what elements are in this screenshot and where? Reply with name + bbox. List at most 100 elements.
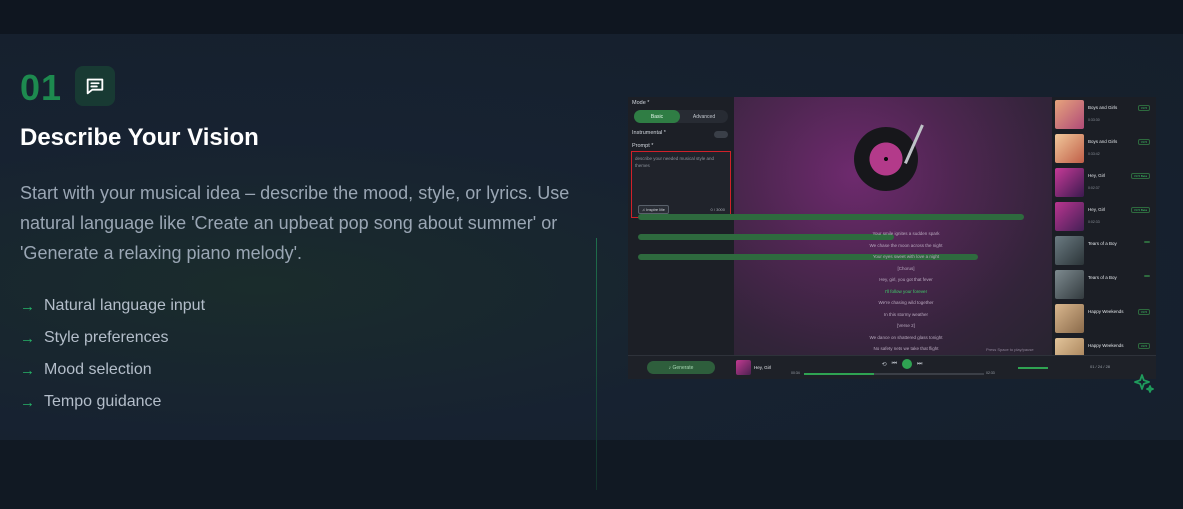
lyrics-hint: Press Space to play/pause <box>986 347 1034 352</box>
song-badge: V3.5 <box>1137 105 1150 111</box>
lyric-line: [Verse 2] <box>897 323 915 328</box>
inspire-me-button[interactable]: ♫ Inspire Me <box>638 205 669 214</box>
bottom-band <box>0 440 1183 509</box>
progress-slider[interactable] <box>804 373 984 375</box>
feature-item: → Mood selection <box>20 354 205 386</box>
song-badge: V3.5 <box>1137 139 1150 145</box>
song-title: Boys and Girls <box>1088 139 1118 144</box>
song-title: Hey, Girl <box>1088 173 1106 178</box>
step-number: 01 <box>20 67 63 108</box>
now-playing-thumbnail <box>736 360 751 375</box>
lyric-line: No safety nets we take that flight <box>873 346 939 351</box>
song-badge: V3.5 Beta <box>1130 207 1150 213</box>
song-title: Happy Weekends <box>1088 343 1124 348</box>
song-badge <box>1144 241 1150 243</box>
previous-icon[interactable]: ⏮ <box>892 361 897 368</box>
arrow-right-icon: → <box>20 329 35 347</box>
control-panel: Mode * Basic Advanced Instrumental * Pro… <box>628 97 734 355</box>
song-badge: V3.5 Beta <box>1130 173 1150 179</box>
feature-label: Style preferences <box>44 329 169 346</box>
song-badge: V3.5 <box>1137 343 1150 349</box>
lyrics-view: Your smile ignites a sudden spark We cha… <box>830 228 982 355</box>
arrow-right-icon: → <box>20 297 35 315</box>
sparkle-icon <box>1132 372 1156 401</box>
song-title: Hey, Girl <box>1088 207 1106 212</box>
progress-fill <box>804 373 874 375</box>
song-time: 0:33:30 <box>1088 118 1100 122</box>
song-item[interactable]: Boys and Girls 0:33:42 V3.5 <box>1055 133 1153 164</box>
pagination: 01 / 24 / 28 <box>1090 364 1111 369</box>
instrumental-switch[interactable] <box>714 131 728 138</box>
song-item[interactable]: Tears of a Boy <box>1055 235 1153 266</box>
song-title: Tears of a Boy <box>1088 275 1117 280</box>
chat-message-icon <box>75 66 115 106</box>
lyric-line: We chase the moon across the night <box>869 242 943 248</box>
mode-label: Mode * <box>632 100 650 106</box>
time-elapsed: 00:34 <box>791 370 800 375</box>
lyric-line: [Chorus] <box>897 265 915 271</box>
feature-label: Mood selection <box>44 361 152 378</box>
repeat-icon[interactable]: ⟲ <box>882 361 887 368</box>
prompt-textarea[interactable]: describe your needed musical style and t… <box>631 151 731 218</box>
mode-toggle: Basic Advanced <box>634 110 728 123</box>
step-title: Describe Your Vision <box>20 124 259 151</box>
instrumental-label: Instrumental * <box>632 130 666 136</box>
generate-button[interactable]: ♪ Generate <box>647 361 715 374</box>
play-pause-button[interactable] <box>902 359 913 369</box>
step-description: Start with your musical idea – describe … <box>20 183 570 263</box>
playback-controls: ⟲ ⏮ ⏭ <box>872 359 932 369</box>
feature-item: → Tempo guidance <box>20 386 205 418</box>
song-item[interactable]: Tears of a Boy <box>1055 269 1153 300</box>
prompt-label: Prompt * <box>632 143 654 149</box>
now-playing-title: Hey, Girl <box>754 365 772 370</box>
char-counter: 0 / 3000 <box>710 207 725 212</box>
inspire-me-label: Inspire Me <box>646 207 665 212</box>
song-thumbnail <box>1055 100 1084 129</box>
lyric-line: Your smile ignites a sudden spark <box>872 231 940 236</box>
mode-basic-option[interactable]: Basic <box>634 110 680 123</box>
lyric-line: Hey, girl, you got that fever <box>879 277 933 282</box>
timeline-divider <box>596 238 597 490</box>
song-title: Boys and Girls <box>1088 105 1118 110</box>
song-thumbnail <box>1055 270 1084 299</box>
lyric-line: Your eyes sweet with love a night <box>872 254 940 259</box>
song-thumbnail <box>1055 134 1084 163</box>
song-badge <box>1144 275 1150 277</box>
song-thumbnail <box>1055 168 1084 197</box>
lyric-line-active: I'll follow your forever <box>884 288 928 294</box>
volume-slider[interactable] <box>1018 367 1048 369</box>
song-item[interactable]: Boys and Girls 0:33:30 V3.5 <box>1055 99 1153 130</box>
player-bar: ♪ Generate Hey, Girl ⟲ ⏮ ⏭ 00:34 02:33 0… <box>628 355 1156 379</box>
song-title: Tears of a Boy <box>1088 241 1117 246</box>
loading-bar <box>638 214 1024 220</box>
song-badge: V3.5 <box>1137 309 1150 315</box>
feature-label: Tempo guidance <box>44 393 162 410</box>
song-thumbnail <box>1055 304 1084 333</box>
arrow-right-icon: → <box>20 393 35 411</box>
feature-item: → Style preferences <box>20 322 205 354</box>
prompt-placeholder: describe your needed musical style and t… <box>635 156 715 168</box>
song-item[interactable]: Hey, Girl 0:02:33 V3.5 Beta <box>1055 201 1153 232</box>
song-list: Boys and Girls 0:33:30 V3.5 Boys and Gir… <box>1052 97 1156 367</box>
mode-advanced-option[interactable]: Advanced <box>680 110 728 123</box>
song-time: 0:02:37 <box>1088 186 1100 190</box>
song-time: 0:33:42 <box>1088 152 1100 156</box>
feature-label: Natural language input <box>44 297 206 314</box>
lyric-line: We're chasing wild together <box>878 300 934 305</box>
generate-label: Generate <box>672 364 694 371</box>
song-item[interactable]: Happy Weekends V3.5 <box>1055 303 1153 334</box>
app-screenshot: Mode * Basic Advanced Instrumental * Pro… <box>628 97 1156 379</box>
next-icon[interactable]: ⏭ <box>917 361 922 368</box>
lyric-line: We dance on shattered glass tonight <box>869 334 943 340</box>
feature-list: → Natural language input → Style preferenc… <box>20 290 205 418</box>
top-band <box>0 0 1183 34</box>
player-visual: Your smile ignites a sudden spark We cha… <box>638 97 1052 355</box>
feature-item: → Natural language input <box>20 290 205 322</box>
arrow-right-icon: → <box>20 361 35 379</box>
song-thumbnail <box>1055 202 1084 231</box>
song-item[interactable]: Hey, Girl 0:02:37 V3.5 Beta <box>1055 167 1153 198</box>
song-time: 0:02:33 <box>1088 220 1100 224</box>
song-thumbnail <box>1055 236 1084 265</box>
song-title: Happy Weekends <box>1088 309 1124 314</box>
lyric-line: In this stormy weather <box>883 311 928 317</box>
